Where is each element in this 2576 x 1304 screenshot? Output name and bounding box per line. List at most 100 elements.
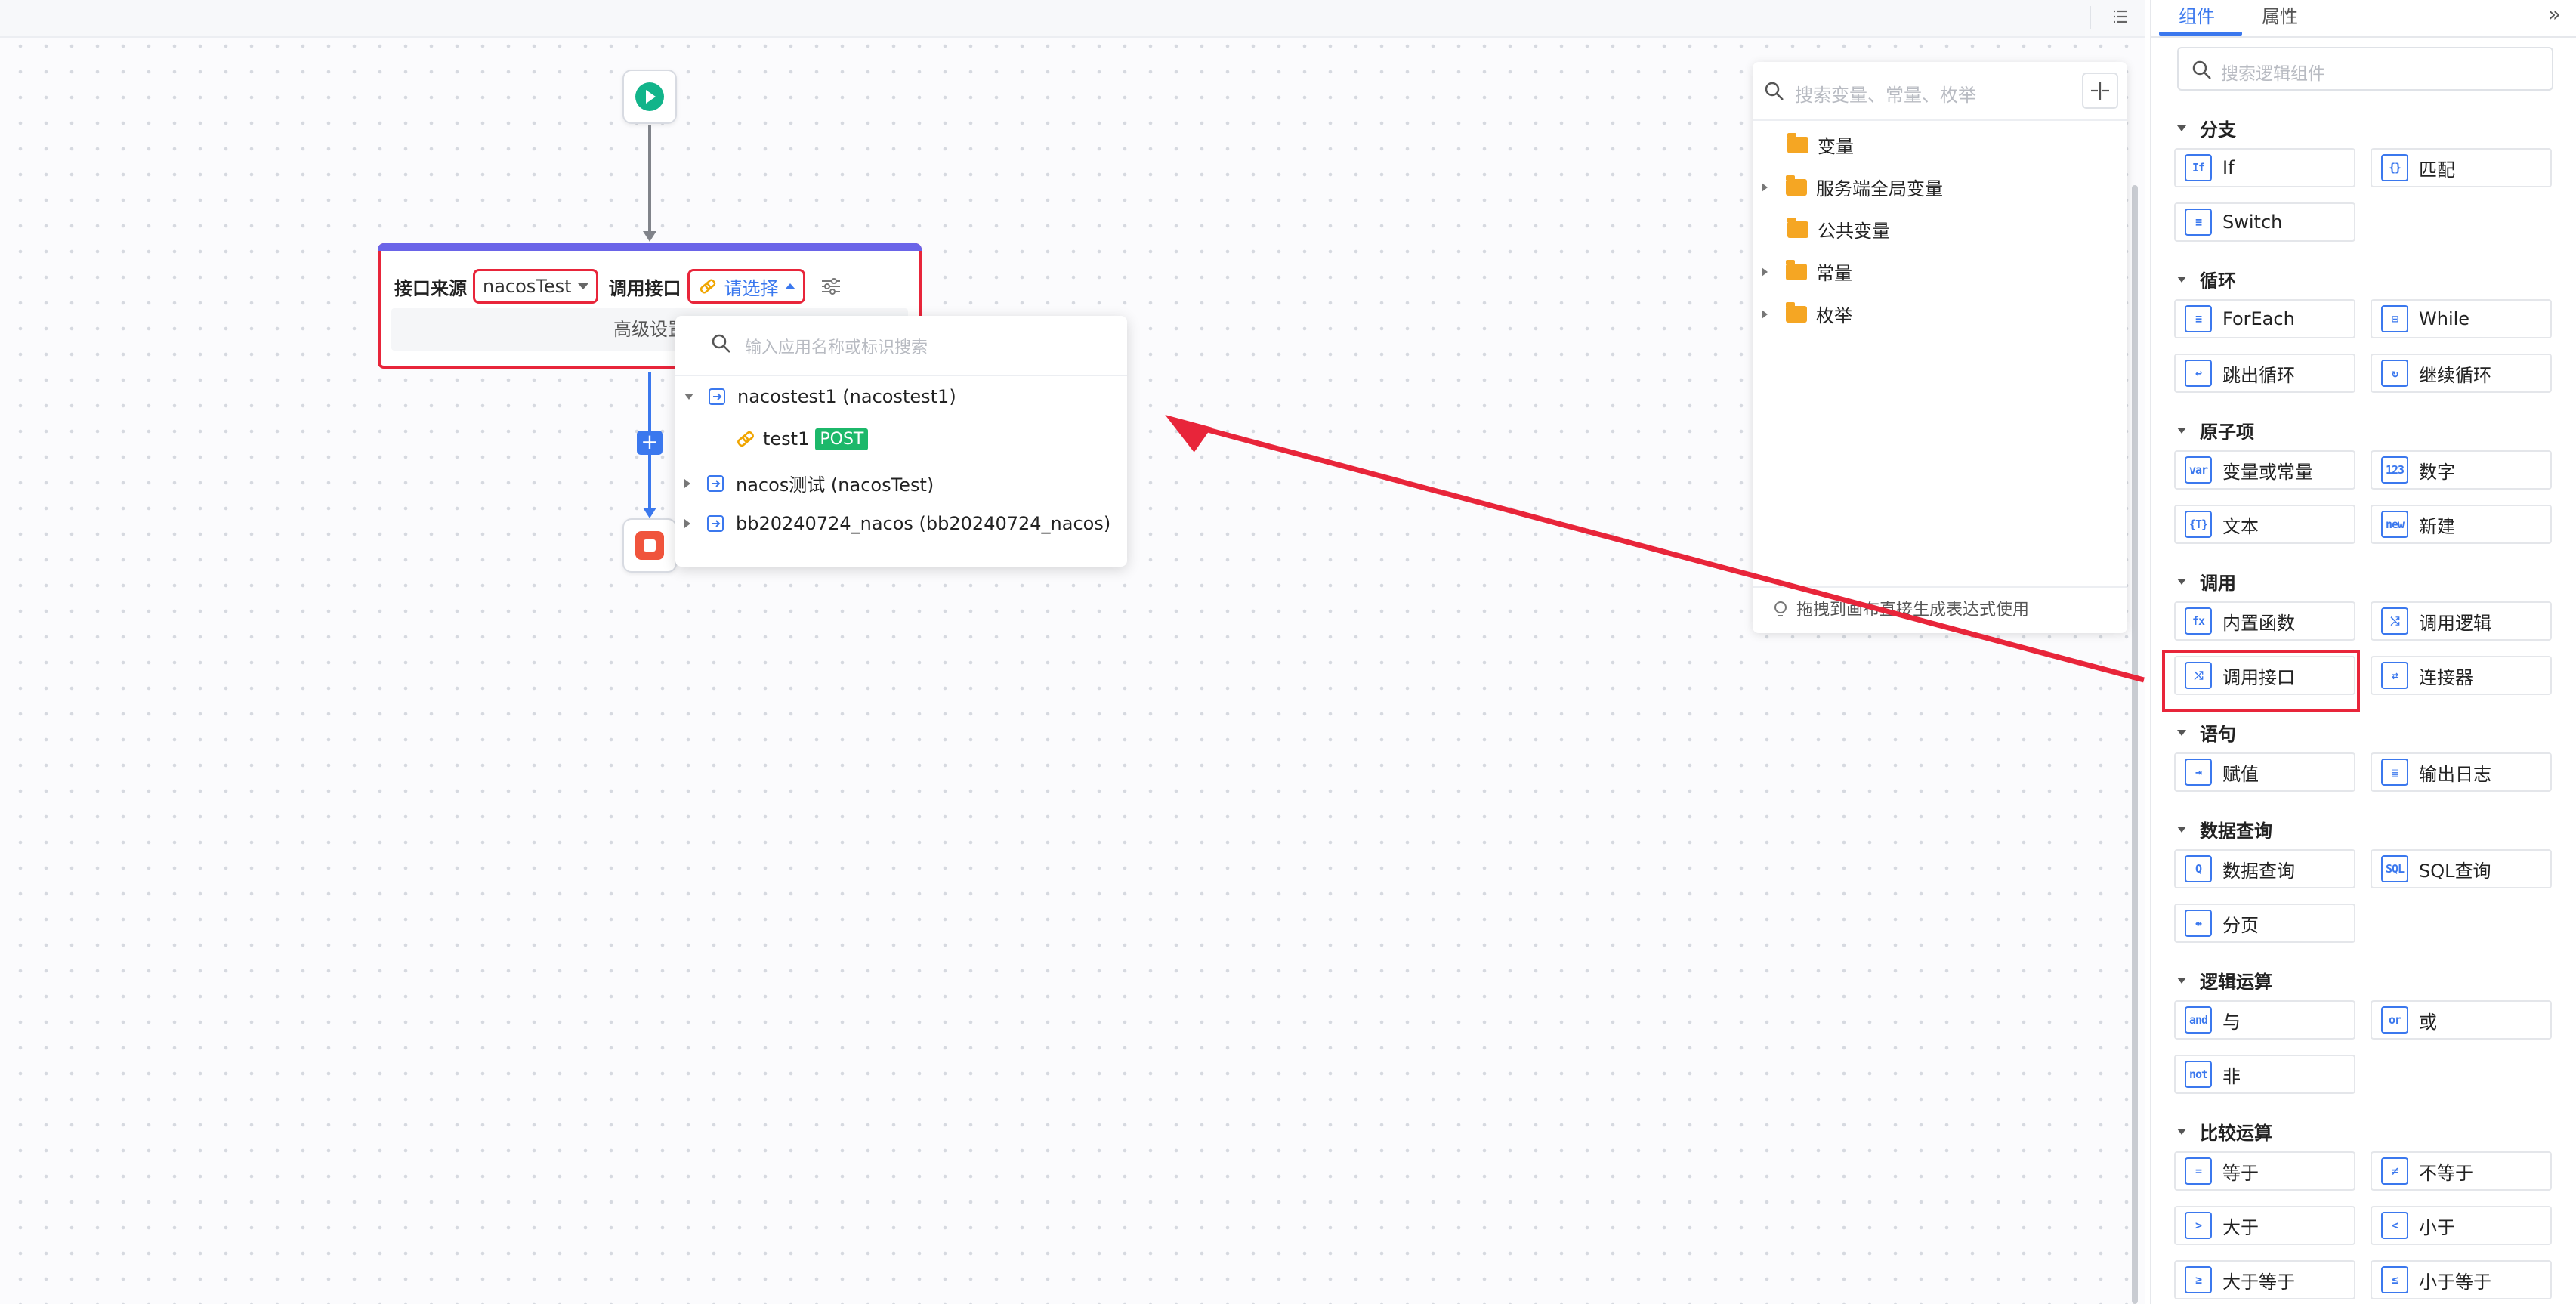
component-item[interactable]: var 变量或常量 <box>2174 450 2355 490</box>
component-item[interactable]: SQL SQL查询 <box>2371 849 2552 888</box>
canvas-toolbar <box>0 0 2145 38</box>
component-item[interactable]: {} 匹配 <box>2371 148 2552 187</box>
component-label: 跳出循环 <box>2222 364 2295 386</box>
component-label: 大于等于 <box>2222 1271 2295 1293</box>
end-node[interactable] <box>622 518 677 573</box>
settings-sliders-icon[interactable] <box>819 274 843 298</box>
component-item[interactable]: and 与 <box>2174 1000 2355 1040</box>
variables-search: 搜索变量、常量、枚举 <box>1753 62 2127 121</box>
component-item[interactable]: ↩ 跳出循环 <box>2174 354 2355 393</box>
variables-tree-item[interactable]: 变量 <box>1787 131 1854 158</box>
component-item[interactable]: new 新建 <box>2371 505 2552 544</box>
category-loop[interactable]: 循环 <box>2177 266 2236 292</box>
folder-icon <box>1786 175 1807 196</box>
category-title: 逻辑运算 <box>2200 972 2272 993</box>
component-item[interactable]: or 或 <box>2371 1000 2552 1040</box>
chevron-up-icon <box>784 283 795 289</box>
component-item[interactable]: > 大于 <box>2174 1206 2355 1245</box>
variables-tree-item[interactable]: 服务端全局变量 <box>1762 174 1943 200</box>
folder-icon <box>1787 132 1808 153</box>
component-item[interactable]: If If <box>2174 148 2355 187</box>
component-item[interactable]: ≤ 小于等于 <box>2371 1260 2552 1299</box>
component-label: 新建 <box>2419 515 2455 537</box>
source-select[interactable]: nacosTest <box>473 269 598 304</box>
expand-right-icon <box>1762 267 1768 277</box>
tab-properties[interactable]: 属性 <box>2262 2 2298 28</box>
category-branch[interactable]: 分支 <box>2177 115 2236 141</box>
arrow-down-icon <box>643 231 656 242</box>
component-label: 大于 <box>2222 1216 2259 1238</box>
component-icon: and <box>2185 1006 2212 1034</box>
app-interface-icon <box>709 388 725 405</box>
component-item[interactable]: ≡ ForEach <box>2174 299 2355 338</box>
panel-tabs: 组件 属性 » <box>2151 0 2576 38</box>
component-label: 赋值 <box>2222 763 2259 785</box>
variables-tree-item[interactable]: 枚举 <box>1762 301 1852 327</box>
component-icon: If <box>2185 154 2212 181</box>
category-atom[interactable]: 原子项 <box>2177 417 2254 443</box>
api-search-input[interactable]: 输入应用名称或标识搜索 <box>745 334 928 358</box>
chevron-down-icon <box>577 283 588 289</box>
start-node[interactable] <box>622 70 677 124</box>
node-header-bar <box>378 243 922 251</box>
component-item[interactable]: ▤ 输出日志 <box>2371 752 2552 792</box>
api-select[interactable]: 请选择 <box>687 269 805 304</box>
component-item[interactable]: ⇄ 连接器 <box>2371 656 2552 695</box>
add-node-button[interactable]: + <box>637 431 663 455</box>
component-item[interactable]: 123 数字 <box>2371 450 2552 490</box>
category-query[interactable]: 数据查询 <box>2177 816 2272 842</box>
component-item[interactable]: ⇹ 分页 <box>2174 904 2355 943</box>
component-item[interactable]: fx 内置函数 <box>2174 601 2355 641</box>
expand-right-icon <box>1762 182 1768 192</box>
tree-item-app[interactable]: nacostest1 (nacostest1) <box>684 385 956 408</box>
component-item[interactable]: ⤭ 调用逻辑 <box>2371 601 2552 641</box>
component-icon: ≥ <box>2185 1266 2212 1293</box>
tree-item-app[interactable]: bb20240724_nacos (bb20240724_nacos) <box>684 512 1110 535</box>
lightbulb-icon <box>1774 601 1787 616</box>
app-interface-icon <box>707 474 724 492</box>
component-item[interactable]: ↻ 继续循环 <box>2371 354 2552 393</box>
category-title: 调用 <box>2200 573 2236 594</box>
variables-panel: 搜索变量、常量、枚举 变量 服务端全局变量 公共变量 常量 枚举 拖拽到画布直接… <box>1753 62 2127 633</box>
canvas-scrollbar[interactable] <box>2132 185 2138 1304</box>
chevron-down-icon <box>2177 578 2186 585</box>
category-logic[interactable]: 逻辑运算 <box>2177 967 2272 993</box>
collapse-panel-button[interactable] <box>2082 73 2118 109</box>
category-title: 原子项 <box>2200 422 2254 443</box>
category-title: 数据查询 <box>2200 820 2272 842</box>
component-item[interactable]: ≠ 不等于 <box>2371 1151 2552 1191</box>
component-item[interactable]: ≥ 大于等于 <box>2174 1260 2355 1299</box>
divider <box>675 375 1127 376</box>
component-search-input[interactable]: 搜索逻辑组件 <box>2221 59 2325 85</box>
category-title: 语句 <box>2200 724 2236 745</box>
variables-tree-item[interactable]: 公共变量 <box>1787 216 1890 243</box>
component-item[interactable]: ⇥ 赋值 <box>2174 752 2355 792</box>
component-item[interactable]: not 非 <box>2174 1055 2355 1094</box>
category-call[interactable]: 调用 <box>2177 568 2236 595</box>
component-label: While <box>2419 308 2470 329</box>
tree-item-interface[interactable]: test1 POST <box>734 428 869 450</box>
component-icon: 123 <box>2381 456 2408 484</box>
component-item[interactable]: Q 数据查询 <box>2174 849 2355 888</box>
component-item[interactable]: < 小于 <box>2371 1206 2552 1245</box>
category-compare[interactable]: 比较运算 <box>2177 1118 2272 1145</box>
tree-item-app[interactable]: nacos测试 (nacosTest) <box>684 470 934 496</box>
component-icon: = <box>2185 1157 2212 1185</box>
variables-search-input[interactable]: 搜索变量、常量、枚举 <box>1795 80 1976 107</box>
outline-list-icon[interactable] <box>2108 5 2132 29</box>
component-icon: new <box>2381 511 2408 538</box>
variables-tree-item[interactable]: 常量 <box>1762 258 1852 285</box>
double-chevron-right-icon[interactable]: » <box>2548 2 2561 26</box>
tree-item-label: 常量 <box>1816 263 1852 284</box>
component-item[interactable]: {T} 文本 <box>2174 505 2355 544</box>
component-item[interactable]: ≡ Switch <box>2174 202 2355 242</box>
chevron-down-icon <box>2177 125 2186 131</box>
tab-components[interactable]: 组件 <box>2179 2 2215 28</box>
component-icon: fx <box>2185 607 2212 635</box>
component-search[interactable]: 搜索逻辑组件 <box>2177 47 2553 91</box>
component-item[interactable]: ⊟ While <box>2371 299 2552 338</box>
component-item[interactable]: = 等于 <box>2174 1151 2355 1191</box>
tree-item-label: nacos测试 (nacosTest) <box>736 474 934 496</box>
component-icon: {} <box>2381 154 2408 181</box>
category-statement[interactable]: 语句 <box>2177 719 2236 746</box>
